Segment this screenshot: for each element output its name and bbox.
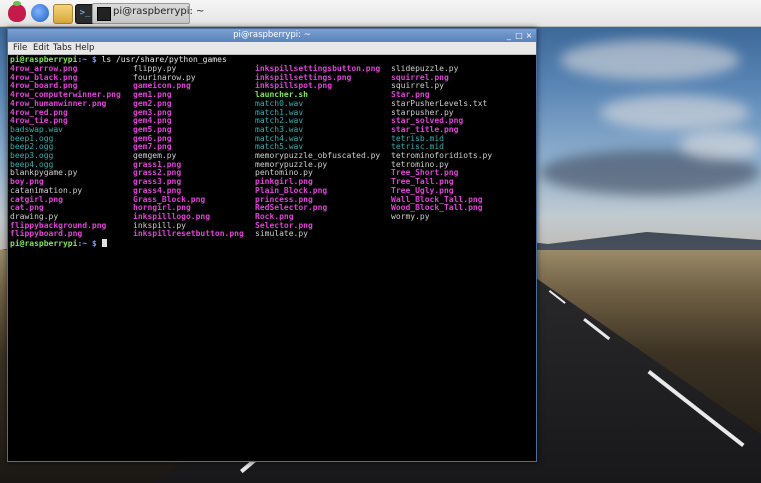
web-browser-icon[interactable] (31, 4, 49, 22)
close-button[interactable]: × (524, 29, 534, 42)
raspberry-menu-icon[interactable] (8, 1, 26, 22)
menu-edit[interactable]: Edit (33, 42, 49, 54)
wallpaper-cloud (600, 95, 750, 130)
window-title: pi@raspberrypi: ~ (233, 30, 311, 40)
menu-help[interactable]: Help (75, 42, 94, 54)
wallpaper-cloud (560, 40, 740, 80)
prompt-user: pi@raspberrypi (10, 55, 78, 64)
file-entry: wormy.py (391, 211, 430, 221)
prompt-user: pi@raspberrypi (10, 239, 78, 248)
menu-file[interactable]: File (13, 42, 27, 54)
terminal-window-icon (97, 7, 111, 21)
taskbar-window-label: pi@raspberrypi: ~ (113, 6, 205, 17)
command-text: ls /usr/share/python_games (101, 55, 227, 64)
window-titlebar[interactable]: pi@raspberrypi: ~ _ □ × (8, 29, 536, 42)
menu-bar: File Edit Tabs Help (8, 42, 536, 55)
file-entry: inkspillresetbutton.png (133, 229, 244, 239)
terminal-window[interactable]: pi@raspberrypi: ~ _ □ × File Edit Tabs H… (7, 28, 537, 462)
text-cursor (101, 239, 107, 247)
file-entry: simulate.py (255, 229, 308, 239)
minimize-button[interactable]: _ (504, 29, 514, 42)
prompt-path: :~ $ (77, 55, 97, 64)
menu-tabs[interactable]: Tabs (53, 42, 72, 54)
taskbar-window-button[interactable]: pi@raspberrypi: ~ (92, 3, 204, 24)
wallpaper-cloud (680, 130, 760, 160)
maximize-button[interactable]: □ (514, 29, 524, 42)
terminal-output[interactable]: pi@raspberrypi:~ $ ls /usr/share/python_… (9, 55, 535, 460)
file-entry: flippyboard.png (10, 229, 83, 239)
prompt-path: :~ $ (77, 239, 97, 248)
file-manager-icon[interactable] (53, 4, 73, 24)
active-prompt-line: pi@raspberrypi:~ $ (10, 239, 107, 249)
taskbar: >_ pi@raspberrypi: ~ (0, 0, 761, 27)
